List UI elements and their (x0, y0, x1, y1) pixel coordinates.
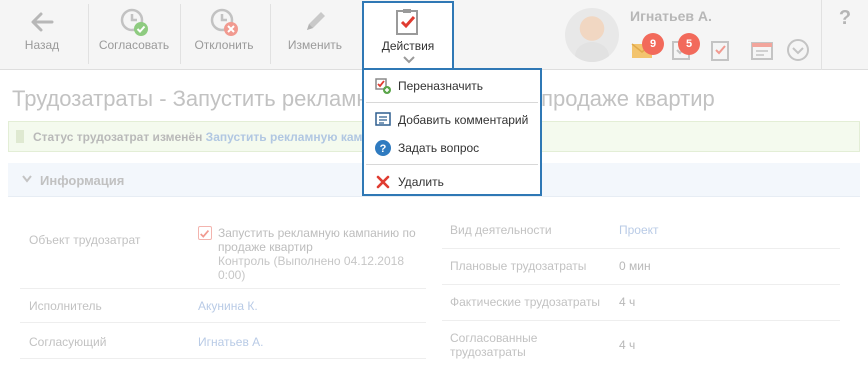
chevron-down-icon (22, 175, 32, 183)
toolbar-divider (88, 4, 89, 64)
task-checkbox-icon (198, 226, 212, 240)
row-divider (20, 358, 426, 359)
chevron-down-icon (403, 56, 415, 64)
reassign-icon (375, 78, 391, 94)
planned-value: 0 мин (619, 259, 651, 273)
avatar[interactable] (565, 8, 619, 62)
executor-link[interactable]: Акунина К. (198, 299, 258, 313)
status-prefix: Статус трудозатрат изменён (33, 130, 203, 144)
question-icon: ? (375, 140, 391, 156)
back-button[interactable]: Назад (0, 0, 84, 70)
agreed-value: 4 ч (619, 338, 636, 352)
back-label: Назад (24, 38, 60, 52)
pencil-icon (307, 12, 325, 30)
status-marker (16, 130, 24, 143)
executor-label: Исполнитель (29, 299, 102, 313)
toolbar-divider (180, 4, 181, 64)
menu-label-add-comment: Добавить комментарий (398, 113, 529, 127)
help-button[interactable]: ? (821, 0, 868, 70)
mail-count-badge: 9 (642, 33, 664, 55)
menu-item-reassign[interactable]: Переназначить (364, 73, 540, 99)
row-divider (20, 322, 426, 323)
clock-cross-icon (210, 8, 238, 36)
row-divider (442, 284, 840, 285)
menu-item-ask-question[interactable]: ? Задать вопрос (364, 135, 540, 161)
actions-menu: Переназначить Добавить комментарий ? Зад… (362, 68, 542, 196)
actions-button[interactable]: Действия (362, 1, 454, 68)
object-link[interactable]: Запустить рекламную кампанию по продаже … (218, 226, 416, 254)
object-label: Объект трудозатрат (29, 233, 141, 247)
edit-label: Изменить (287, 38, 343, 52)
tasks-count-badge: 5 (678, 33, 700, 55)
menu-label-reassign: Переназначить (398, 79, 484, 93)
svg-text:?: ? (380, 143, 387, 155)
menu-divider (366, 164, 538, 165)
reject-button[interactable]: Отклонить (182, 0, 266, 70)
edit-button[interactable]: Изменить (272, 0, 358, 70)
menu-divider (366, 102, 538, 103)
activity-link[interactable]: Проект (619, 223, 659, 237)
approver-link[interactable]: Игнатьев А. (198, 335, 264, 349)
agreed-label: Согласованные трудозатраты (450, 331, 538, 359)
delete-x-icon (376, 175, 390, 189)
clipboard-check-icon[interactable] (708, 38, 732, 62)
row-divider (442, 320, 840, 321)
menu-label-ask-question: Задать вопрос (398, 141, 480, 155)
approve-button[interactable]: Согласовать (92, 0, 176, 70)
menu-item-add-comment[interactable]: Добавить комментарий (364, 107, 540, 133)
user-name[interactable]: Игнатьев А. (630, 8, 712, 24)
activity-label: Вид деятельности (450, 223, 552, 237)
row-divider (442, 248, 840, 249)
toolbar-divider (270, 4, 271, 64)
calendar-icon[interactable] (750, 38, 774, 62)
actions-label: Действия (381, 39, 435, 53)
planned-label: Плановые трудозатраты (450, 259, 587, 273)
arrow-left-icon (31, 12, 54, 32)
actual-value: 4 ч (619, 295, 636, 309)
section-title: Информация (40, 173, 125, 188)
reject-label: Отклонить (194, 38, 254, 52)
object-subtitle: Контроль (Выполнено 04.12.2018 0:00) (218, 254, 404, 282)
chevron-down-circle-icon[interactable] (786, 38, 810, 62)
check-icon (200, 230, 210, 238)
actual-label: Фактические трудозатраты (450, 295, 601, 309)
menu-item-delete[interactable]: Удалить (364, 169, 540, 195)
clock-check-icon (120, 8, 148, 36)
comment-icon (375, 112, 391, 126)
object-value: Запустить рекламную кампанию по продаже … (218, 226, 418, 282)
approve-label: Согласовать (98, 38, 170, 52)
menu-label-delete: Удалить (398, 175, 444, 189)
clipboard-check-icon (396, 9, 418, 35)
row-divider (20, 288, 426, 289)
approver-label: Согласующий (29, 335, 107, 349)
